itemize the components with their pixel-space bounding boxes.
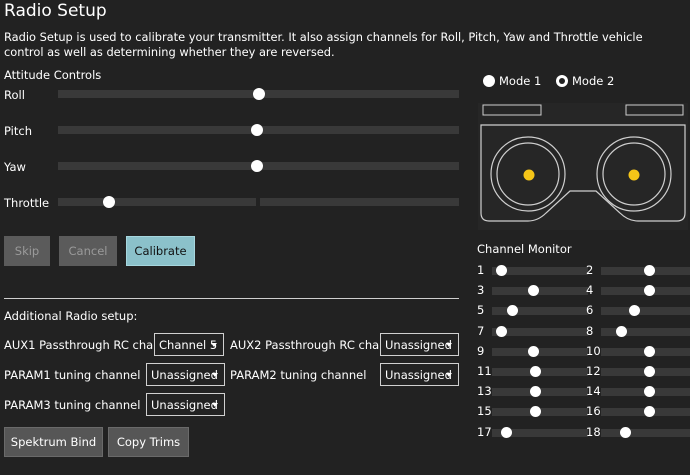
chevron-down-icon: [446, 373, 452, 377]
throttle-label: Throttle: [4, 196, 50, 210]
channel-monitor-heading: Channel Monitor: [477, 242, 572, 256]
pitch-thumb[interactable]: [251, 124, 263, 136]
param1-label: PARAM1 tuning channel: [4, 368, 141, 382]
channel-10-indicator: [644, 346, 655, 357]
channel-18-track: [601, 429, 690, 437]
right-stick-dot: [628, 169, 640, 181]
channel-18-label: 18: [586, 425, 601, 439]
pitch-label: Pitch: [4, 124, 32, 138]
channel-16-indicator: [644, 406, 655, 417]
channel-8-track: [601, 328, 690, 336]
spektrum-bind-button[interactable]: Spektrum Bind: [4, 427, 103, 457]
chevron-down-icon: [211, 343, 217, 347]
param2-value: Unassigned: [385, 367, 452, 382]
page-description: Radio Setup is used to calibrate your tr…: [4, 30, 643, 59]
channel-7-label: 7: [477, 324, 485, 338]
mode1-label[interactable]: Mode 1: [499, 74, 541, 88]
param2-select[interactable]: Unassigned: [380, 363, 459, 386]
channel-2-label: 2: [586, 263, 594, 277]
channel-9-track: [492, 348, 588, 356]
cancel-button[interactable]: Cancel: [59, 236, 117, 266]
transmitter-image: [478, 103, 688, 230]
channel-5-label: 5: [477, 303, 485, 317]
param3-select[interactable]: Unassigned: [146, 393, 225, 416]
copy-trims-button[interactable]: Copy Trims: [108, 427, 189, 457]
channel-17-indicator: [501, 427, 512, 438]
yaw-thumb[interactable]: [251, 160, 263, 172]
param3-value: Unassigned: [151, 397, 218, 412]
chevron-down-icon: [212, 373, 218, 377]
aux2-select[interactable]: Unassigned: [380, 333, 459, 356]
roll-slider[interactable]: [58, 88, 459, 100]
channel-6-indicator: [629, 305, 640, 316]
attitude-controls-heading: Attitude Controls: [4, 68, 102, 82]
channel-8-indicator: [616, 326, 627, 337]
throttle-track-right: [260, 198, 459, 206]
channel-9-label: 9: [477, 344, 485, 358]
channel-14-indicator: [644, 386, 655, 397]
channel-11-indicator: [530, 366, 541, 377]
channel-6-track: [601, 307, 690, 315]
aux2-value: Unassigned: [385, 337, 452, 352]
channel-4-label: 4: [586, 283, 594, 297]
aux1-value: Channel 5: [159, 337, 218, 352]
channel-4-indicator: [644, 285, 655, 296]
channel-13-indicator: [530, 386, 541, 397]
param1-select[interactable]: Unassigned: [146, 363, 225, 386]
yaw-label: Yaw: [4, 160, 26, 174]
param3-label: PARAM3 tuning channel: [4, 398, 141, 412]
additional-setup-heading: Additional Radio setup:: [4, 309, 138, 323]
channel-2-indicator: [644, 265, 655, 276]
throttle-slider[interactable]: [58, 196, 459, 208]
channel-11-label: 11: [477, 364, 492, 378]
channel-1-indicator: [496, 265, 507, 276]
channel-15-indicator: [530, 406, 541, 417]
aux1-label: AUX1 Passthrough RC channel: [4, 338, 179, 352]
aux1-select[interactable]: Channel 5: [154, 333, 224, 356]
channel-15-label: 15: [477, 404, 492, 418]
page-title: Radio Setup: [4, 1, 107, 21]
chevron-down-icon: [446, 343, 452, 347]
channel-3-label: 3: [477, 283, 485, 297]
yaw-slider[interactable]: [58, 160, 459, 172]
channel-18-indicator: [620, 427, 631, 438]
channel-3-indicator: [528, 285, 539, 296]
channel-1-label: 1: [477, 263, 485, 277]
channel-16-label: 16: [586, 404, 601, 418]
pitch-slider[interactable]: [58, 124, 459, 136]
aux2-label: AUX2 Passthrough RC channel: [230, 338, 405, 352]
channel-3-track: [492, 287, 588, 295]
channel-14-label: 14: [586, 384, 601, 398]
mode2-radio[interactable]: [556, 75, 568, 87]
roll-thumb[interactable]: [253, 88, 265, 100]
channel-5-indicator: [507, 305, 518, 316]
channel-13-label: 13: [477, 384, 492, 398]
channel-6-label: 6: [586, 303, 594, 317]
throttle-track-left: [58, 198, 256, 206]
roll-label: Roll: [4, 88, 25, 102]
param1-value: Unassigned: [151, 367, 218, 382]
chevron-down-icon: [212, 403, 218, 407]
mode2-label[interactable]: Mode 2: [572, 74, 614, 88]
param2-label: PARAM2 tuning channel: [230, 368, 367, 382]
calibrate-button[interactable]: Calibrate: [126, 236, 195, 266]
channel-10-label: 10: [586, 344, 601, 358]
throttle-thumb[interactable]: [103, 196, 115, 208]
channel-7-indicator: [496, 326, 507, 337]
channel-12-indicator: [644, 366, 655, 377]
left-stick-dot: [523, 169, 535, 181]
divider: [4, 298, 459, 299]
channel-17-label: 17: [477, 425, 492, 439]
channel-8-label: 8: [586, 324, 594, 338]
mode1-radio[interactable]: [483, 75, 495, 87]
skip-button[interactable]: Skip: [4, 236, 50, 266]
channel-12-label: 12: [586, 364, 601, 378]
channel-9-indicator: [528, 346, 539, 357]
